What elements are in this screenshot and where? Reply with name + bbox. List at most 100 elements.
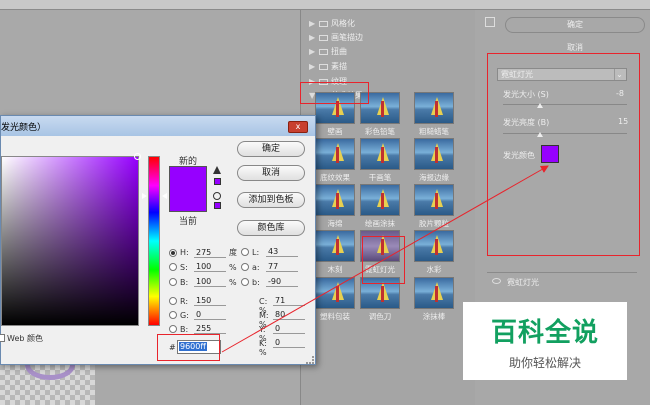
sailboat-mast (435, 239, 438, 255)
gamut-warning-swatch[interactable] (214, 178, 221, 185)
color-field-label: S: (180, 262, 188, 272)
color-field-input[interactable]: 71 (273, 296, 305, 306)
filter-thumbnail-label: 木刻 (327, 265, 343, 274)
hue-slider[interactable] (148, 156, 160, 326)
web-colors-only-checkbox[interactable] (0, 334, 5, 342)
color-mode-radio[interactable] (241, 278, 249, 286)
filter-thumbnail[interactable] (315, 138, 355, 170)
effect-layer-name[interactable]: 霓虹灯光 (507, 277, 539, 288)
color-mode-radio[interactable] (241, 248, 249, 256)
folder-icon (319, 20, 328, 27)
color-field-unit: 度 (229, 248, 237, 257)
web-safe-cube-icon[interactable] (213, 192, 221, 200)
hue-slider-left-arrow[interactable] (142, 193, 147, 199)
color-mode-radio[interactable] (169, 248, 177, 257)
sailboat-mast (435, 147, 438, 163)
filter-folder[interactable]: ▶ 画笔描边 (309, 31, 469, 45)
ok-button[interactable]: 确定 (505, 17, 645, 33)
filter-thumbnail[interactable] (414, 184, 454, 216)
color-field-row: K: 0% (256, 338, 315, 357)
hue-slider-right-arrow[interactable] (162, 193, 167, 199)
color-field-marker[interactable] (134, 153, 141, 160)
gamut-warning-icon[interactable] (213, 166, 221, 174)
filter-thumbnail[interactable] (414, 277, 454, 309)
panel-collapse-icon[interactable] (485, 17, 495, 27)
filter-thumbnail-label: 塑料包装 (320, 312, 350, 321)
color-mode-radio[interactable] (241, 263, 249, 271)
filter-thumbnail[interactable] (414, 92, 454, 124)
new-color-swatch (169, 166, 207, 190)
color-field-row: G: 0 (169, 310, 226, 322)
color-field-row: H: 275 度 (169, 247, 237, 259)
sailboat-mast (381, 286, 384, 302)
color-field-input[interactable]: 0 (273, 338, 305, 348)
color-field-input[interactable]: 150 (194, 296, 226, 306)
filter-thumbnail-label: 调色刀 (368, 312, 392, 321)
triangle-right-icon: ▶ (309, 47, 316, 56)
color-mode-radio[interactable] (169, 297, 177, 305)
color-field-row: Y: 0% (256, 324, 315, 343)
color-field-row: B: 100% (169, 277, 237, 289)
eye-icon[interactable] (492, 278, 501, 284)
color-field-input[interactable]: 275 (194, 248, 226, 258)
triangle-right-icon: ▶ (309, 62, 316, 71)
color-field-label: M: (259, 310, 269, 320)
saturation-brightness-field[interactable] (1, 156, 139, 326)
filter-gallery-panel: ▶风格化▶画笔描边▶扭曲▶素描▶纹理▼艺术效果 壁画彩色铅笔粗糙蜡笔底纹效果干画… (300, 10, 475, 405)
web-colors-only-label: Web 颜色 (7, 334, 43, 343)
color-field-input[interactable]: 80 (273, 310, 305, 320)
filter-thumbnail-label: 涂抹棒 (422, 312, 446, 321)
add-to-swatches-button[interactable]: 添加到色板 (237, 192, 305, 208)
sailboat-mast (435, 286, 438, 302)
filter-folder[interactable]: ▶ 素描 (309, 60, 469, 74)
color-mode-radio[interactable] (169, 311, 177, 319)
resize-grip[interactable] (306, 356, 314, 364)
web-safe-swatch[interactable] (214, 202, 221, 209)
filter-thumbnail[interactable] (414, 230, 454, 262)
color-field-input[interactable]: 0 (194, 310, 226, 320)
filter-thumbnail-label: 彩色铅笔 (365, 127, 395, 136)
watermark-title: 百科全说 (490, 318, 599, 348)
color-field-label: C: (259, 296, 268, 306)
filter-thumbnail[interactable] (414, 138, 454, 170)
filter-thumbnail-label: 水彩 (426, 265, 442, 274)
watermark-subtitle: 助你轻松解决 (508, 356, 581, 370)
filter-folder[interactable]: ▶ 扭曲 (309, 45, 469, 59)
filter-thumbnail[interactable] (315, 277, 355, 309)
filter-folder[interactable]: ▶ 风格化 (309, 17, 469, 31)
sailboat-mast (435, 193, 438, 209)
filter-thumbnail-label: 粗糙蜡笔 (419, 127, 449, 136)
filter-thumbnail[interactable] (360, 184, 400, 216)
color-field-input[interactable]: 255 (194, 324, 226, 334)
color-field-input[interactable]: -90 (266, 277, 298, 287)
filter-thumbnail[interactable] (360, 138, 400, 170)
color-field-label: H: (180, 248, 189, 257)
color-field-row: a: 77 (241, 262, 298, 274)
filter-thumbnail-label: 底纹效果 (320, 173, 350, 182)
color-field-input[interactable]: 43 (266, 247, 298, 257)
color-field-label: B: (180, 277, 189, 287)
current-color-swatch[interactable] (169, 190, 207, 212)
filter-thumbnail[interactable] (315, 230, 355, 262)
dialog-cancel-button[interactable]: 取消 (237, 165, 305, 181)
color-field-input[interactable]: 100 (194, 277, 226, 287)
color-mode-radio[interactable] (169, 325, 177, 333)
color-field-row: S: 100% (169, 262, 237, 274)
current-color-label: 当前 (179, 217, 198, 227)
color-mode-radio[interactable] (169, 278, 177, 286)
color-field-input[interactable]: 77 (266, 262, 298, 272)
close-button[interactable]: x (288, 121, 308, 133)
color-field-label: Y: (259, 324, 266, 334)
sailboat-mast (435, 101, 438, 117)
dialog-ok-button[interactable]: 确定 (237, 141, 305, 157)
filter-folder-label: 风格化 (331, 19, 355, 28)
filter-thumbnail-label: 干画笔 (368, 173, 392, 182)
color-field-input[interactable]: 100 (194, 262, 226, 272)
dialog-title-bar[interactable]: 发光颜色） x (1, 116, 315, 136)
filter-thumbnail[interactable] (315, 184, 355, 216)
sailboat-mast (336, 193, 339, 209)
color-libraries-button[interactable]: 颜色库 (237, 220, 305, 236)
color-field-input[interactable]: 0 (273, 324, 305, 334)
color-mode-radio[interactable] (169, 263, 177, 271)
color-field-label: K: (259, 338, 267, 348)
